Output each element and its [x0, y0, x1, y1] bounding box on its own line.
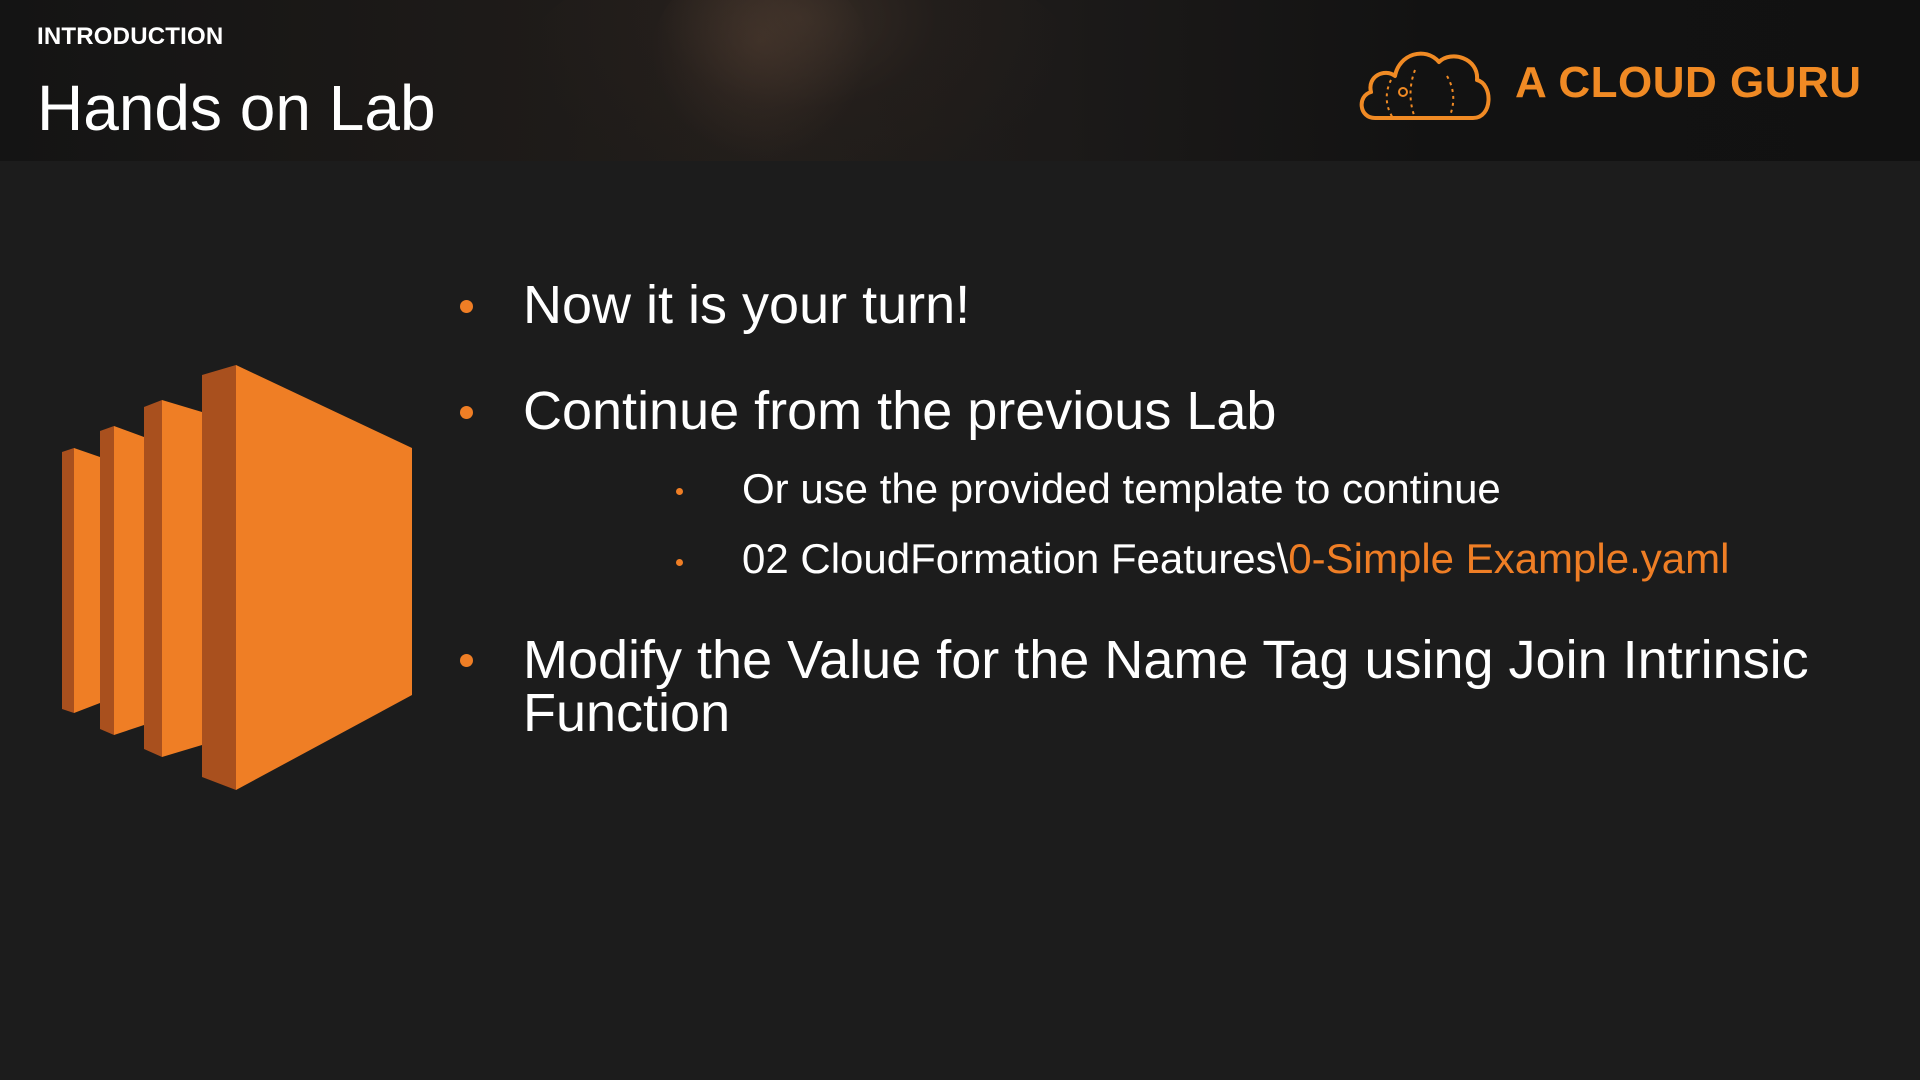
page-title: Hands on Lab: [37, 72, 436, 144]
template-file-name: 0-Simple Example.yaml: [1288, 535, 1730, 582]
bullet-dot: [460, 654, 473, 667]
cloud-icon: [1355, 40, 1495, 126]
bullet-3-text-line1: Modify the Value for the Name Tag using …: [523, 630, 1809, 690]
slide: INTRODUCTION Hands on Lab A CLOUD GURU N…: [0, 0, 1920, 1080]
header-bar: INTRODUCTION Hands on Lab A CLOUD GURU: [0, 0, 1920, 161]
sub-bullet-1-text: Or use the provided template to continue: [742, 465, 1501, 512]
sub-bullet-dot: [676, 488, 683, 495]
sub-bullet-2-text: 02 CloudFormation Features\0-Simple Exam…: [742, 536, 1729, 582]
template-path-prefix: 02 CloudFormation Features\: [742, 535, 1289, 582]
brand-logo: A CLOUD GURU: [1355, 40, 1862, 126]
bullet-dot: [460, 300, 473, 313]
bullet-1-text: Now it is your turn!: [523, 275, 971, 335]
sub-bullet-dot: [676, 559, 683, 566]
bullet-dot: [460, 406, 473, 419]
bullet-2-text: Continue from the previous Lab: [523, 381, 1277, 441]
section-label: INTRODUCTION: [37, 23, 224, 50]
brand-name: A CLOUD GURU: [1515, 58, 1862, 107]
bullet-3-text-line2: Function: [523, 683, 731, 743]
aws-ec2-icon: [62, 365, 412, 795]
